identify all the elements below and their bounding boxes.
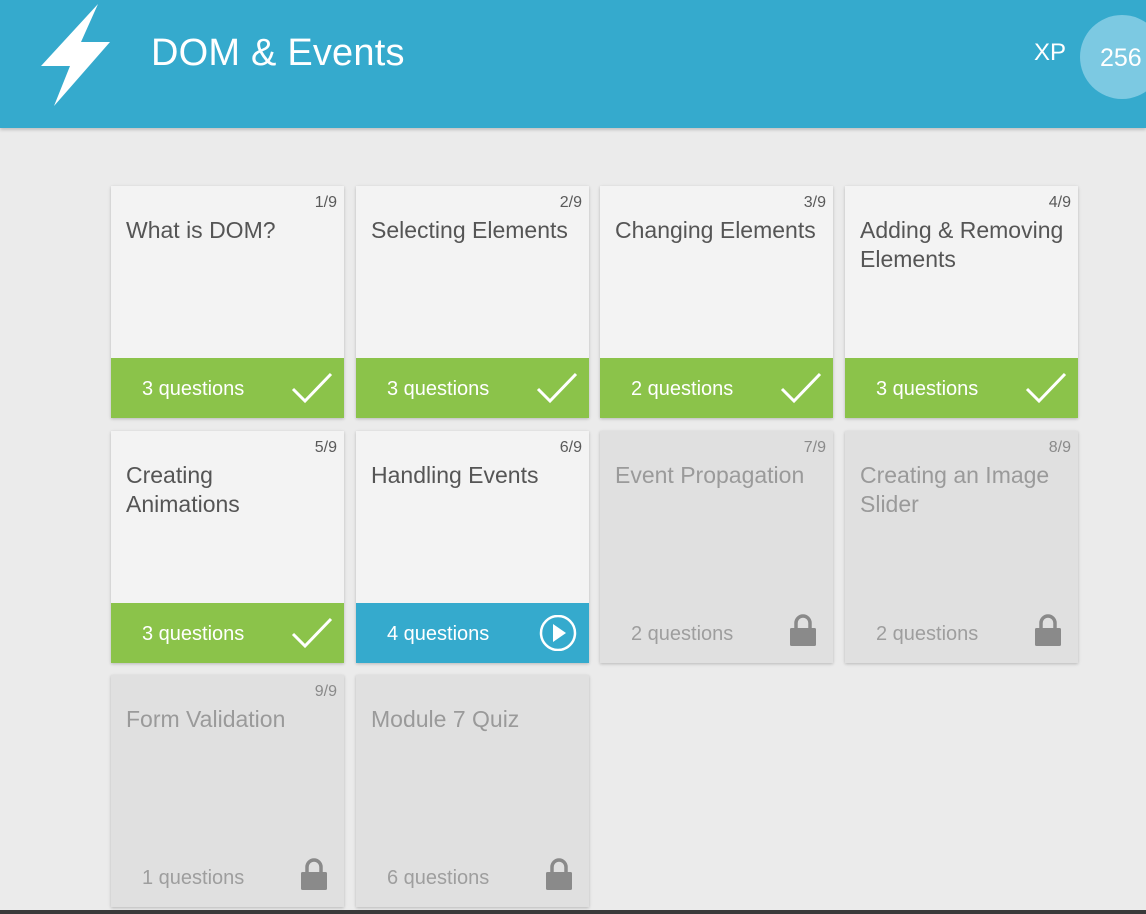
lesson-card-image-slider: 8/9 Creating an Image Slider 2 questions [845, 431, 1078, 663]
lock-icon [1035, 614, 1061, 646]
bottom-border [0, 910, 1146, 914]
checkmark-icon [780, 372, 822, 404]
question-count: 2 questions [631, 378, 734, 400]
lesson-card-form-validation: 9/9 Form Validation 1 questions [111, 675, 344, 907]
lightning-bolt-icon [41, 4, 110, 106]
lesson-card-changing-elements[interactable]: 3/9 Changing Elements 2 questions [600, 186, 833, 418]
checkmark-icon [291, 617, 333, 649]
lesson-number: 8/9 [1048, 439, 1071, 456]
checkmark-icon [291, 372, 333, 404]
lesson-number: 1/9 [314, 194, 337, 211]
lesson-card-selecting-elements[interactable]: 2/9 Selecting Elements 3 questions [356, 186, 589, 418]
lesson-footer: 3 questions [356, 358, 589, 418]
lesson-title: Module 7 Quiz [371, 706, 520, 732]
lesson-footer: 4 questions [356, 603, 589, 663]
lesson-number: 4/9 [1048, 194, 1071, 211]
play-icon[interactable] [535, 615, 579, 651]
lesson-title: Changing Elements [615, 217, 816, 243]
question-count: 2 questions [876, 623, 979, 645]
lesson-number: 9/9 [314, 683, 337, 700]
lesson-title: Form Validation [126, 706, 286, 732]
lesson-title: What is DOM? [126, 217, 276, 243]
question-count: 2 questions [631, 623, 734, 645]
lesson-footer: 2 questions [845, 603, 1078, 663]
lesson-footer: 1 questions [111, 847, 344, 907]
lesson-card-module-quiz: Module 7 Quiz 6 questions [356, 675, 589, 907]
lesson-number: 5/9 [314, 439, 337, 456]
lesson-card-adding-removing-elements[interactable]: 4/9 Adding & Removing Elements 3 questio… [845, 186, 1078, 418]
lock-icon [301, 858, 327, 890]
lesson-title: Creating Animations [126, 462, 240, 517]
lesson-card-event-propagation: 7/9 Event Propagation 2 questions [600, 431, 833, 663]
lock-icon [790, 614, 816, 646]
lesson-card-handling-events[interactable]: 6/9 Handling Events 4 questions [356, 431, 589, 663]
xp-label: XP [1034, 39, 1067, 66]
lesson-footer: 6 questions [356, 847, 589, 907]
lesson-footer: 3 questions [845, 358, 1078, 418]
lesson-footer: 2 questions [600, 358, 833, 418]
question-count: 3 questions [876, 378, 979, 400]
xp-value: 256 [1100, 44, 1142, 72]
question-count: 6 questions [387, 867, 490, 889]
question-count: 3 questions [142, 623, 245, 645]
lock-icon [546, 858, 572, 890]
lesson-number: 2/9 [559, 194, 582, 211]
lesson-number: 7/9 [803, 439, 826, 456]
lesson-number: 3/9 [803, 194, 826, 211]
lesson-footer: 3 questions [111, 603, 344, 663]
lesson-footer: 3 questions [111, 358, 344, 418]
lesson-number: 6/9 [559, 439, 582, 456]
question-count: 4 questions [387, 623, 490, 645]
lesson-title: Creating an Image Slider [860, 462, 1050, 517]
checkmark-icon [1025, 372, 1067, 404]
lesson-title: Adding & Removing Elements [860, 217, 1064, 272]
question-count: 1 questions [142, 867, 245, 889]
lesson-title: Selecting Elements [371, 217, 568, 243]
page-title: DOM & Events [151, 32, 405, 74]
lesson-title: Handling Events [371, 462, 539, 488]
app-header: DOM & Events XP 256 [0, 0, 1146, 128]
lesson-title: Event Propagation [615, 462, 805, 488]
checkmark-icon [536, 372, 578, 404]
question-count: 3 questions [387, 378, 490, 400]
lesson-footer: 2 questions [600, 603, 833, 663]
lesson-card-what-is-dom[interactable]: 1/9 What is DOM? 3 questions [111, 186, 344, 418]
lesson-card-creating-animations[interactable]: 5/9 Creating Animations 3 questions [111, 431, 344, 663]
question-count: 3 questions [142, 378, 245, 400]
